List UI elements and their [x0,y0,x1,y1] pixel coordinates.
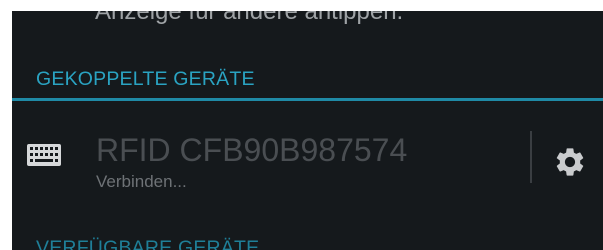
paired-device-row[interactable]: RFID CFB90B987574 Verbinden... [12,101,603,221]
keyboard-icon [27,144,61,166]
device-name: RFID CFB90B987574 [96,132,408,168]
row-divider [530,131,532,183]
paired-devices-header: GEKOPPELTE GERÄTE [36,68,255,90]
available-devices-header: VERFÜGBARE GERÄTE [36,237,260,250]
visibility-hint[interactable]: Anzeige für andere antippen. [95,11,403,24]
gear-icon[interactable] [553,145,587,179]
bluetooth-screen: Anzeige für andere antippen. GEKOPPELTE … [12,11,603,250]
device-status: Verbinden... [96,172,187,191]
